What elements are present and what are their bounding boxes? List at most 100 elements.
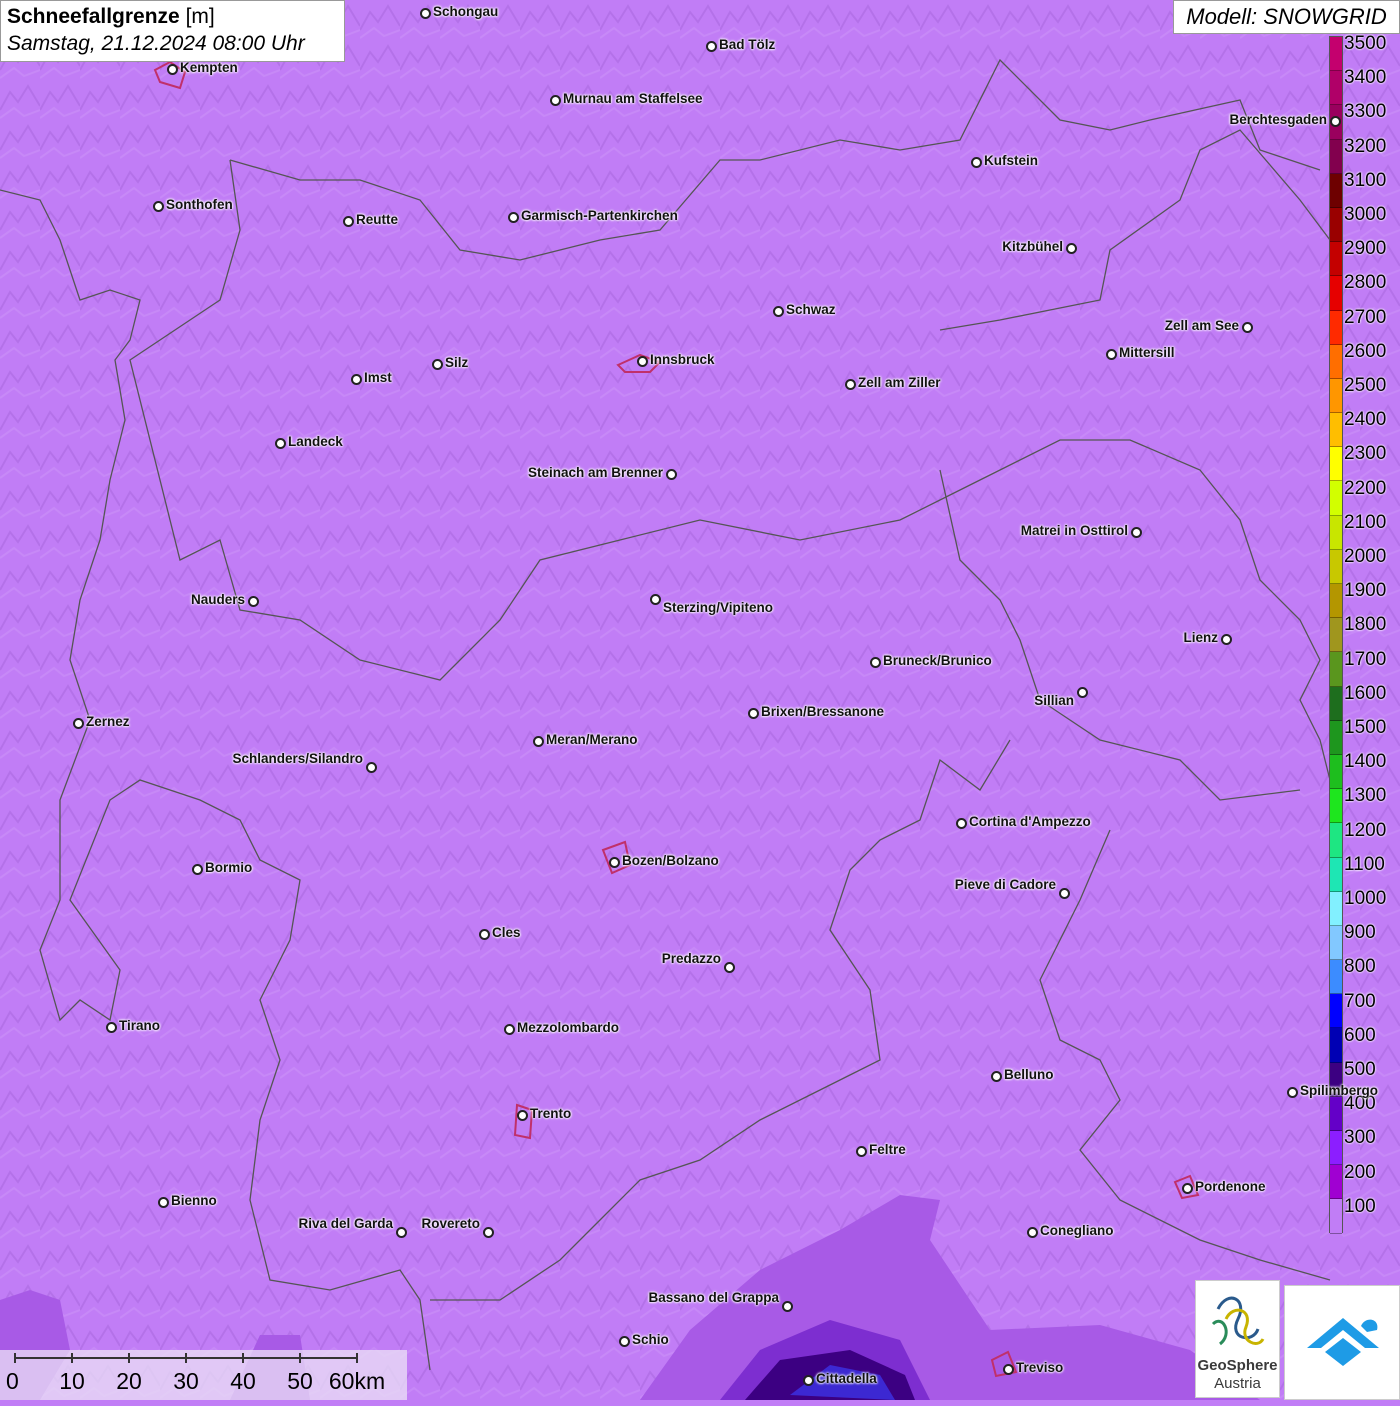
city-marker-kempten[interactable] (167, 64, 178, 75)
city-label-garmisch-partenkirchen[interactable]: Garmisch-Partenkirchen (521, 208, 678, 223)
city-marker-spilimbergo[interactable] (1287, 1087, 1298, 1098)
city-marker-berchtesgaden[interactable] (1330, 116, 1341, 127)
city-marker-landeck[interactable] (275, 438, 286, 449)
city-marker-garmisch-partenkirchen[interactable] (508, 212, 519, 223)
geosphere-logo[interactable]: GeoSphere Austria (1195, 1280, 1280, 1398)
city-marker-schlanders-silandro[interactable] (366, 762, 377, 773)
city-marker-kufstein[interactable] (971, 157, 982, 168)
city-marker-nauders[interactable] (248, 596, 259, 607)
city-label-berchtesgaden[interactable]: Berchtesgaden (1229, 112, 1327, 127)
city-label-zell-am-ziller[interactable]: Zell am Ziller (858, 375, 941, 390)
city-label-spilimbergo[interactable]: Spilimbergo (1300, 1083, 1378, 1098)
city-marker-bad-t-lz[interactable] (706, 41, 717, 52)
city-label-murnau-am-staffelsee[interactable]: Murnau am Staffelsee (563, 91, 703, 106)
city-label-schlanders-silandro[interactable]: Schlanders/Silandro (232, 751, 363, 766)
city-label-bormio[interactable]: Bormio (205, 860, 252, 875)
city-label-bruneck-brunico[interactable]: Bruneck/Brunico (883, 653, 992, 668)
city-marker-reutte[interactable] (343, 216, 354, 227)
city-label-mittersill[interactable]: Mittersill (1119, 345, 1175, 360)
city-label-trento[interactable]: Trento (530, 1106, 571, 1121)
city-marker-steinach-am-brenner[interactable] (666, 469, 677, 480)
city-label-imst[interactable]: Imst (364, 370, 392, 385)
city-label-bad-t-lz[interactable]: Bad Tölz (719, 37, 775, 52)
city-label-sterzing-vipiteno[interactable]: Sterzing/Vipiteno (663, 600, 773, 615)
city-marker-lienz[interactable] (1221, 634, 1232, 645)
city-label-schio[interactable]: Schio (632, 1332, 669, 1347)
city-label-bienno[interactable]: Bienno (171, 1193, 217, 1208)
city-label-treviso[interactable]: Treviso (1016, 1360, 1063, 1375)
city-label-kitzb-hel[interactable]: Kitzbühel (1002, 239, 1063, 254)
city-label-cortina-d-ampezzo[interactable]: Cortina d'Ampezzo (969, 814, 1091, 829)
city-label-pordenone[interactable]: Pordenone (1195, 1179, 1266, 1194)
app-logo[interactable] (1284, 1285, 1400, 1400)
city-marker-innsbruck[interactable] (637, 356, 648, 367)
city-marker-imst[interactable] (351, 374, 362, 385)
city-label-schongau[interactable]: Schongau (433, 4, 498, 19)
city-marker-predazzo[interactable] (724, 962, 735, 973)
city-marker-murnau-am-staffelsee[interactable] (550, 95, 561, 106)
city-label-lienz[interactable]: Lienz (1183, 630, 1218, 645)
city-label-cittadella[interactable]: Cittadella (816, 1371, 877, 1386)
city-marker-brixen-bressanone[interactable] (748, 708, 759, 719)
city-label-zell-am-see[interactable]: Zell am See (1165, 318, 1239, 333)
city-marker-cortina-d-ampezzo[interactable] (956, 818, 967, 829)
city-label-sonthofen[interactable]: Sonthofen (166, 197, 233, 212)
city-marker-bienno[interactable] (158, 1197, 169, 1208)
city-label-meran-merano[interactable]: Meran/Merano (546, 732, 638, 747)
city-label-bozen-bolzano[interactable]: Bozen/Bolzano (622, 853, 719, 868)
city-marker-riva-del-garda[interactable] (396, 1227, 407, 1238)
city-marker-bassano-del-grappa[interactable] (782, 1301, 793, 1312)
city-marker-pieve-di-cadore[interactable] (1059, 888, 1070, 899)
city-label-steinach-am-brenner[interactable]: Steinach am Brenner (528, 465, 663, 480)
city-label-matrei-in-osttirol[interactable]: Matrei in Osttirol (1021, 523, 1128, 538)
city-marker-bruneck-brunico[interactable] (870, 657, 881, 668)
city-label-kufstein[interactable]: Kufstein (984, 153, 1038, 168)
city-label-nauders[interactable]: Nauders (191, 592, 245, 607)
city-marker-zell-am-see[interactable] (1242, 322, 1253, 333)
city-marker-kitzb-hel[interactable] (1066, 243, 1077, 254)
city-label-belluno[interactable]: Belluno (1004, 1067, 1054, 1082)
city-marker-mittersill[interactable] (1106, 349, 1117, 360)
city-marker-sonthofen[interactable] (153, 201, 164, 212)
city-label-silz[interactable]: Silz (445, 355, 468, 370)
city-label-kempten[interactable]: Kempten (180, 60, 238, 75)
city-marker-silz[interactable] (432, 359, 443, 370)
city-marker-zell-am-ziller[interactable] (845, 379, 856, 390)
city-label-rovereto[interactable]: Rovereto (421, 1216, 480, 1231)
city-label-sillian[interactable]: Sillian (1034, 693, 1074, 708)
city-label-innsbruck[interactable]: Innsbruck (650, 352, 715, 367)
city-marker-schwaz[interactable] (773, 306, 784, 317)
city-label-conegliano[interactable]: Conegliano (1040, 1223, 1114, 1238)
city-marker-sillian[interactable] (1077, 687, 1088, 698)
city-label-cles[interactable]: Cles (492, 925, 521, 940)
city-marker-matrei-in-osttirol[interactable] (1131, 527, 1142, 538)
city-label-brixen-bressanone[interactable]: Brixen/Bressanone (761, 704, 884, 719)
city-marker-tirano[interactable] (106, 1022, 117, 1033)
city-label-riva-del-garda[interactable]: Riva del Garda (298, 1216, 393, 1231)
city-marker-rovereto[interactable] (483, 1227, 494, 1238)
city-label-schwaz[interactable]: Schwaz (786, 302, 836, 317)
city-marker-schongau[interactable] (420, 8, 431, 19)
city-marker-feltre[interactable] (856, 1146, 867, 1157)
city-label-mezzolombardo[interactable]: Mezzolombardo (517, 1020, 619, 1035)
city-marker-cles[interactable] (479, 929, 490, 940)
city-marker-mezzolombardo[interactable] (504, 1024, 515, 1035)
city-marker-trento[interactable] (517, 1110, 528, 1121)
city-label-predazzo[interactable]: Predazzo (662, 951, 721, 966)
city-marker-sterzing-vipiteno[interactable] (650, 594, 661, 605)
city-label-tirano[interactable]: Tirano (119, 1018, 160, 1033)
city-marker-cittadella[interactable] (803, 1375, 814, 1386)
city-marker-zernez[interactable] (73, 718, 84, 729)
city-label-zernez[interactable]: Zernez (86, 714, 130, 729)
city-marker-bormio[interactable] (192, 864, 203, 875)
city-label-pieve-di-cadore[interactable]: Pieve di Cadore (955, 877, 1056, 892)
city-label-reutte[interactable]: Reutte (356, 212, 398, 227)
city-marker-schio[interactable] (619, 1336, 630, 1347)
city-marker-conegliano[interactable] (1027, 1227, 1038, 1238)
city-label-feltre[interactable]: Feltre (869, 1142, 906, 1157)
city-marker-treviso[interactable] (1003, 1364, 1014, 1375)
city-label-landeck[interactable]: Landeck (288, 434, 343, 449)
city-marker-bozen-bolzano[interactable] (609, 857, 620, 868)
city-marker-pordenone[interactable] (1182, 1183, 1193, 1194)
city-marker-meran-merano[interactable] (533, 736, 544, 747)
